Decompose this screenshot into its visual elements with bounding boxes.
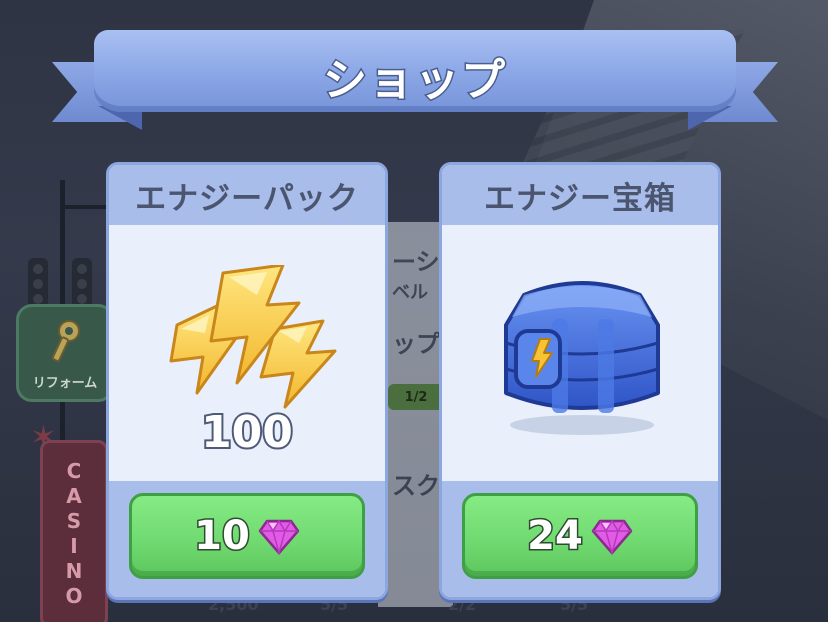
card-footer: 10 xyxy=(109,481,385,597)
reform-label: リフォーム xyxy=(32,376,98,391)
card-body: 100 xyxy=(109,225,385,487)
price-label: 10 xyxy=(193,512,252,561)
traffic-light-icon xyxy=(72,258,92,310)
energy-bolts-icon xyxy=(169,265,337,409)
card-footer: 24 xyxy=(442,481,718,597)
card-body xyxy=(442,225,718,487)
reform-button: リフォーム xyxy=(16,304,114,402)
energy-chest-icon xyxy=(504,281,660,435)
shop-title: ショップ xyxy=(322,54,507,108)
card-header: エナジー宝箱 xyxy=(442,165,718,225)
key-icon xyxy=(51,320,80,362)
shop-item-energy-pack[interactable]: エナジーパック 100 10 xyxy=(106,162,388,600)
ribbon-banner: ショップ xyxy=(94,30,736,112)
buy-button-energy-pack[interactable]: 10 xyxy=(129,493,365,579)
buy-button-energy-chest[interactable]: 24 xyxy=(462,493,698,579)
shop-ribbon: ショップ xyxy=(52,26,778,130)
shop-item-energy-chest[interactable]: エナジー宝箱 24 xyxy=(439,162,721,600)
traffic-light-icon xyxy=(28,258,48,310)
item-title: エナジーパック xyxy=(135,180,359,217)
panel-fragment: スク xyxy=(392,472,440,500)
panel-fragment: ーシ xyxy=(392,248,440,276)
panel-fragment: ベル xyxy=(392,282,428,303)
item-amount: 100 xyxy=(199,405,295,460)
item-title: エナジー宝箱 xyxy=(484,180,676,217)
background-progress: 1/2 xyxy=(388,384,444,410)
panel-fragment: ップ xyxy=(392,330,440,358)
gem-icon xyxy=(591,519,633,556)
price-label: 24 xyxy=(526,512,585,561)
casino-sign: CASINO xyxy=(40,440,108,622)
gem-icon xyxy=(258,519,300,556)
card-header: エナジーパック xyxy=(109,165,385,225)
